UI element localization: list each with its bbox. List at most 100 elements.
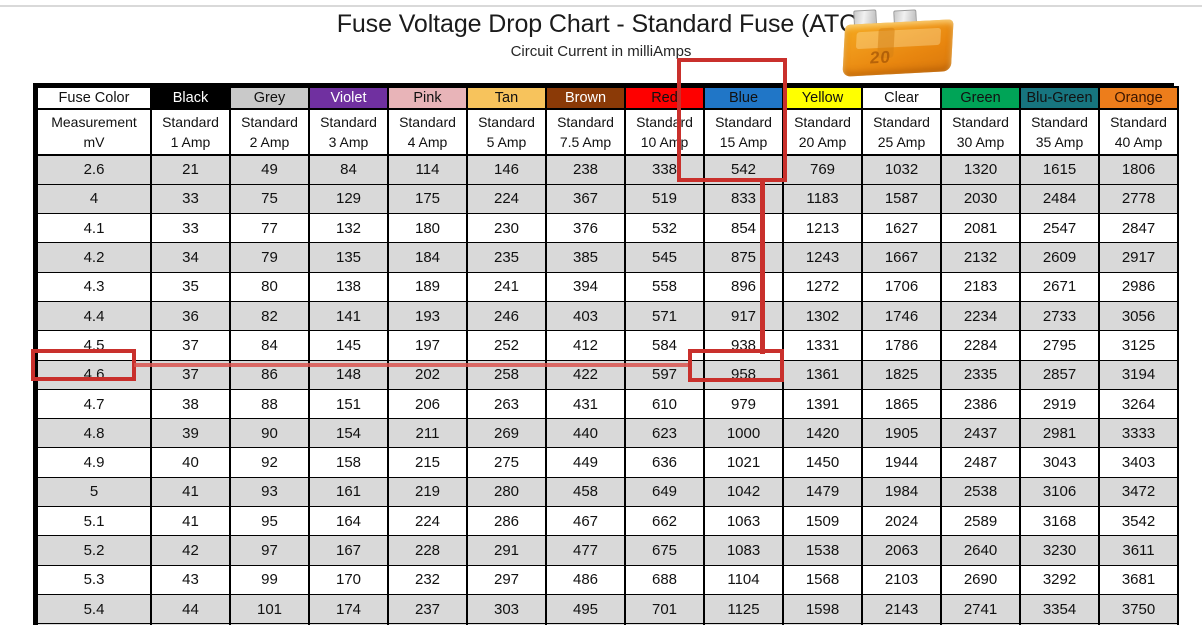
- current-value-cell: 2857: [1019, 359, 1100, 390]
- amp-rating-header-row: Measurement mV Standard 1 Amp Standard 2 Am…: [36, 108, 1179, 156]
- current-value-cell: 197: [387, 330, 468, 361]
- amp-rating-header-violet: Standard 3 Amp: [308, 108, 389, 156]
- current-value-cell: 2063: [861, 535, 942, 566]
- atc-blade-fuse-image: 20: [824, 4, 969, 82]
- current-value-cell: 1391: [782, 388, 863, 420]
- current-value-cell: 42: [150, 535, 231, 566]
- measurement-mv-cell: 4.6: [36, 359, 152, 390]
- current-value-cell: 34: [150, 242, 231, 273]
- amp-rating-line1: Standard: [399, 114, 456, 130]
- amp-rating-line2: 3 Amp: [328, 134, 369, 150]
- fuse-color-header-blu-green: Blu-Green: [1019, 86, 1100, 110]
- amp-rating-line2: 20 Amp: [798, 134, 847, 150]
- current-value-cell: 2609: [1019, 242, 1100, 273]
- current-value-cell: 1063: [703, 506, 784, 537]
- current-value-cell: 88: [229, 388, 310, 420]
- current-value-cell: 495: [545, 593, 626, 625]
- current-value-cell: 376: [545, 213, 626, 244]
- current-value-cell: 33: [150, 183, 231, 215]
- current-value-cell: 80: [229, 271, 310, 302]
- current-value-cell: 854: [703, 213, 784, 244]
- current-value-cell: 297: [466, 564, 547, 595]
- amp-rating-line1: Standard: [715, 114, 772, 130]
- table-row: 2.6 21 49 84 114 146 238 338 542 769 1032 1320 1615 1…: [36, 154, 1179, 185]
- current-value-cell: 132: [308, 213, 389, 244]
- current-value-cell: 145: [308, 330, 389, 361]
- current-value-cell: 228: [387, 535, 468, 566]
- current-value-cell: 41: [150, 506, 231, 537]
- current-value-cell: 701: [624, 593, 705, 625]
- current-value-cell: 43: [150, 564, 231, 595]
- current-value-cell: 1509: [782, 506, 863, 537]
- amp-rating-line1: Standard: [873, 114, 930, 130]
- current-value-cell: 3056: [1098, 300, 1179, 332]
- table-row: 5.1 41 95 164 224 286 467 662 1063 1509 2024 2589 31…: [36, 506, 1179, 537]
- page-title: Fuse Voltage Drop Chart - Standard Fuse …: [336, 10, 866, 38]
- amp-rating-line1: Standard: [1031, 114, 1088, 130]
- current-value-cell: 412: [545, 330, 626, 361]
- current-value-cell: 158: [308, 447, 389, 478]
- measurement-mv-cell: 2.6: [36, 154, 152, 185]
- current-value-cell: 36: [150, 300, 231, 332]
- current-value-cell: 3403: [1098, 447, 1179, 478]
- current-value-cell: 979: [703, 388, 784, 420]
- fuse-color-header-brown: Brown: [545, 86, 626, 110]
- current-value-cell: 1479: [782, 476, 863, 508]
- current-value-cell: 3681: [1098, 564, 1179, 595]
- measurement-mv-cell: 4.8: [36, 418, 152, 449]
- current-value-cell: 2741: [940, 593, 1021, 625]
- current-value-cell: 1984: [861, 476, 942, 508]
- fuse-color-header-red: Red: [624, 86, 705, 110]
- current-value-cell: 114: [387, 154, 468, 185]
- amp-rating-line1: Standard: [478, 114, 535, 130]
- current-value-cell: 1944: [861, 447, 942, 478]
- current-value-cell: 2795: [1019, 330, 1100, 361]
- current-value-cell: 1667: [861, 242, 942, 273]
- current-value-cell: 135: [308, 242, 389, 273]
- current-value-cell: 394: [545, 271, 626, 302]
- fuse-body: [842, 19, 954, 77]
- current-value-cell: 77: [229, 213, 310, 244]
- current-value-cell: 1042: [703, 476, 784, 508]
- measurement-header-line2: mV: [83, 134, 105, 150]
- current-value-cell: 2024: [861, 506, 942, 537]
- current-value-cell: 180: [387, 213, 468, 244]
- current-value-cell: 148: [308, 359, 389, 390]
- current-value-cell: 38: [150, 388, 231, 420]
- amp-rating-line2: 1 Amp: [170, 134, 211, 150]
- fuse-color-header-orange: Orange: [1098, 86, 1179, 110]
- measurement-mv-cell: 4.7: [36, 388, 152, 420]
- table-row: 4.1 33 77 132 180 230 376 532 854 1213 1627 2081 254…: [36, 213, 1179, 244]
- amp-rating-line2: 7.5 Amp: [559, 134, 612, 150]
- current-value-cell: 93: [229, 476, 310, 508]
- current-value-cell: 189: [387, 271, 468, 302]
- amp-rating-header-green: Standard 30 Amp: [940, 108, 1021, 156]
- current-value-cell: 3264: [1098, 388, 1179, 420]
- fuse-voltage-drop-table: Fuse Color Black Grey Violet Pink Tan Brown Re…: [33, 83, 1179, 625]
- current-value-cell: 258: [466, 359, 547, 390]
- current-value-cell: 1786: [861, 330, 942, 361]
- current-value-cell: 37: [150, 330, 231, 361]
- table-row: 5.4 44 101 174 237 303 495 701 1125 1598 2143 2741 3…: [36, 593, 1179, 625]
- amp-rating-line1: Standard: [952, 114, 1009, 130]
- current-value-cell: 224: [466, 183, 547, 215]
- table-row: 4.7 38 88 151 206 263 431 610 979 1391 1865 2386 291…: [36, 388, 1179, 420]
- current-value-cell: 403: [545, 300, 626, 332]
- measurement-mv-cell: 5: [36, 476, 152, 508]
- current-value-cell: 241: [466, 271, 547, 302]
- current-value-cell: 3043: [1019, 447, 1100, 478]
- current-value-cell: 82: [229, 300, 310, 332]
- current-value-cell: 2733: [1019, 300, 1100, 332]
- amp-rating-line1: Standard: [636, 114, 693, 130]
- amp-rating-line2: 25 Amp: [877, 134, 926, 150]
- amp-rating-line2: 35 Amp: [1035, 134, 1084, 150]
- current-value-cell: 1568: [782, 564, 863, 595]
- current-value-cell: 224: [387, 506, 468, 537]
- current-value-cell: 1706: [861, 271, 942, 302]
- current-value-cell: 75: [229, 183, 310, 215]
- current-value-cell: 154: [308, 418, 389, 449]
- current-value-cell: 1302: [782, 300, 863, 332]
- current-value-cell: 458: [545, 476, 626, 508]
- amp-rating-line2: 4 Amp: [407, 134, 448, 150]
- measurement-mv-cell: 4.2: [36, 242, 152, 273]
